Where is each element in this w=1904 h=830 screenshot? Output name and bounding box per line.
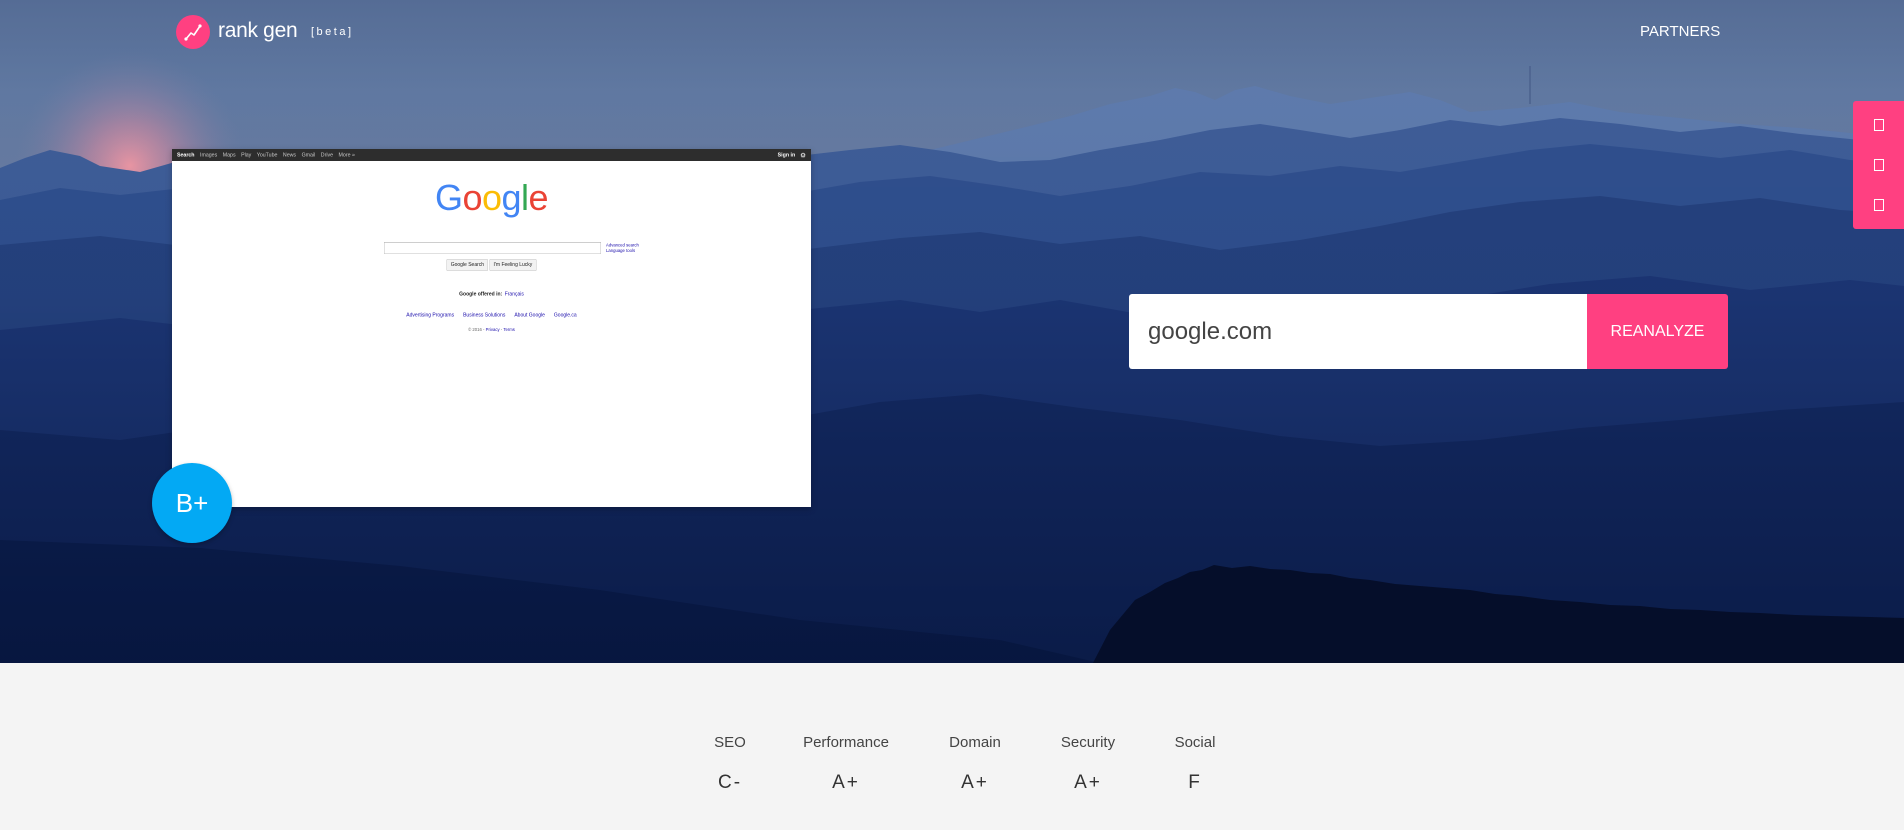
- preview-nav-item: Play: [241, 152, 252, 158]
- preview-sign-in: Sign in: [777, 152, 796, 158]
- logo-icon[interactable]: [176, 15, 210, 49]
- side-panel-button[interactable]: [1853, 185, 1904, 225]
- score-grade: C-: [717, 772, 743, 793]
- preview-offered-in: Google offered in: Français: [459, 291, 524, 298]
- preview-lucky-button: I'm Feeling Lucky: [489, 259, 537, 271]
- preview-language-tools: Language tools: [606, 248, 636, 253]
- preview-google-logo: Google: [434, 178, 549, 218]
- side-panel: [1853, 101, 1904, 229]
- preview-nav-item: Images: [200, 152, 218, 158]
- score-column-seo[interactable]: SEO C-: [675, 663, 785, 830]
- preview-buttons: Google Search I'm Feeling Lucky: [172, 259, 811, 271]
- score-label: SEO: [714, 734, 746, 751]
- preview-footer-link: Google.ca: [553, 312, 577, 319]
- score-label: Security: [1060, 734, 1116, 751]
- score-label: Social: [1174, 734, 1216, 751]
- preview-nav-item: Gmail: [301, 152, 316, 158]
- trend-line-icon: [184, 24, 202, 41]
- score-column-domain[interactable]: Domain A+: [920, 663, 1030, 830]
- hero-section: rank gen [beta] PARTNERS Search Images M…: [0, 0, 1904, 663]
- beta-label: [beta]: [311, 26, 354, 38]
- gear-icon: ⚙: [800, 151, 806, 159]
- side-panel-button[interactable]: [1853, 105, 1904, 145]
- brand-name[interactable]: rank gen: [218, 19, 298, 43]
- preview-nav-item: News: [282, 152, 297, 158]
- preview-nav-item: YouTube: [256, 152, 278, 158]
- glyph-box-icon: [1874, 199, 1884, 211]
- preview-search-box: [384, 242, 601, 254]
- reanalyze-button[interactable]: REANALYZE: [1587, 294, 1728, 369]
- preview-footer-links: Advertising Programs Business Solutions …: [172, 312, 811, 319]
- overall-grade-badge: B+: [152, 463, 232, 543]
- score-grade: A+: [832, 772, 860, 793]
- glyph-box-icon: [1874, 119, 1884, 131]
- score-column-social[interactable]: Social F: [1140, 663, 1250, 830]
- preview-google-search-button: Google Search: [446, 259, 489, 271]
- score-summary: SEO C- Performance A+ Domain A+ Security…: [0, 663, 1904, 830]
- preview-nav-item: Drive: [320, 152, 334, 158]
- nav-partners[interactable]: PARTNERS: [1640, 23, 1720, 41]
- preview-nav-item: More »: [338, 152, 355, 158]
- score-column-security[interactable]: Security A+: [1033, 663, 1143, 830]
- score-grade: A+: [961, 772, 989, 793]
- preview-language-link: Français: [504, 291, 524, 298]
- preview-copyright: © 2016 - Privacy - Terms: [468, 327, 515, 332]
- glyph-box-icon: [1874, 159, 1884, 171]
- side-panel-button[interactable]: [1853, 145, 1904, 185]
- preview-search-links: Advanced search Language tools: [606, 243, 639, 254]
- score-grade: F: [1188, 772, 1202, 793]
- preview-topbar: Search Images Maps Play YouTube News Gma…: [172, 149, 811, 161]
- preview-nav-item: Maps: [222, 152, 236, 158]
- preview-footer-link: About Google: [514, 312, 545, 319]
- score-grade: A+: [1074, 772, 1102, 793]
- score-label: Performance: [803, 734, 889, 751]
- score-label: Domain: [949, 734, 1001, 751]
- preview-footer-link: Advertising Programs: [406, 312, 455, 319]
- site-preview: Search Images Maps Play YouTube News Gma…: [172, 149, 811, 507]
- score-column-performance[interactable]: Performance A+: [791, 663, 901, 830]
- preview-footer-link: Business Solutions: [463, 312, 506, 319]
- preview-nav-item: Search: [177, 152, 195, 158]
- url-input[interactable]: [1129, 294, 1587, 369]
